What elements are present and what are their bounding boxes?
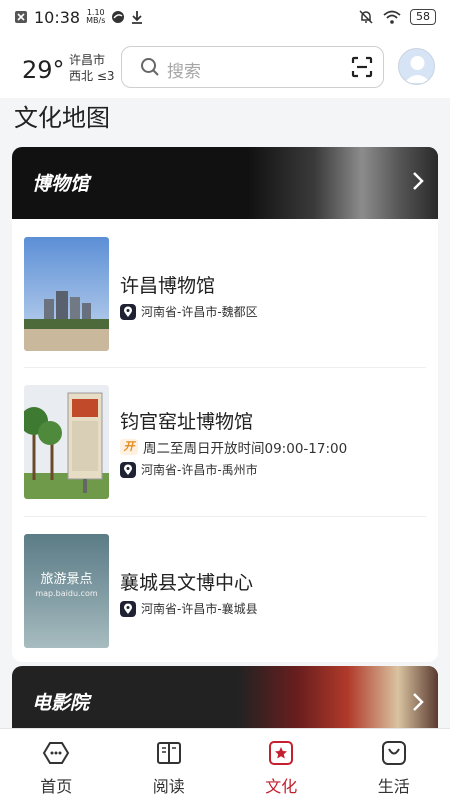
museum-item[interactable]: 许昌博物馆 河南省-许昌市-魏都区 <box>24 237 426 353</box>
avatar-icon <box>404 56 431 83</box>
location-pin-icon <box>120 600 136 617</box>
bottom-tab-bar: 首页 阅读 文化 生活 <box>0 728 450 800</box>
divider <box>24 516 426 517</box>
museum-location: 河南省-许昌市-魏都区 <box>120 303 258 320</box>
museum-card: 博物馆 许昌博物馆 河南省-许昌市-魏都区 钧官窑址博物馆 开 周二至周日开放时… <box>12 147 438 662</box>
thumbnail-source: map.baidu.com <box>35 589 98 598</box>
tab-label: 首页 <box>40 777 73 796</box>
temperature: 29° <box>22 56 65 84</box>
museum-name: 襄城县文博中心 <box>120 572 254 594</box>
notification-icon <box>15 11 27 23</box>
tab-culture[interactable]: 文化 <box>225 729 338 800</box>
banner-label: 博物馆 <box>32 173 90 195</box>
banner-image <box>248 147 438 219</box>
museum-thumbnail <box>24 237 109 351</box>
chevron-right-icon <box>413 693 424 711</box>
chevron-right-icon <box>413 172 424 190</box>
museum-location: 河南省-许昌市-禹州市 <box>120 461 258 478</box>
app-status-icon <box>112 11 125 23</box>
banner-image <box>238 666 438 736</box>
search-placeholder: 搜索 <box>167 62 201 82</box>
tab-life[interactable]: 生活 <box>338 729 450 800</box>
tab-label: 文化 <box>265 777 298 796</box>
book-icon <box>156 742 181 764</box>
mute-bell-icon <box>359 10 373 24</box>
battery-indicator: 58 <box>410 9 436 25</box>
museum-item[interactable]: 旅游景点 map.baidu.com 襄城县文博中心 河南省-许昌市-襄城县 <box>24 534 426 650</box>
banner-label: 电影院 <box>32 692 90 714</box>
bag-icon <box>381 741 406 765</box>
tab-label: 生活 <box>377 777 410 796</box>
home-icon <box>43 742 70 764</box>
page-title: 文化地图 <box>14 104 110 132</box>
status-bar: 10:38 1.10 MB/s 58 <box>0 0 450 34</box>
search-box[interactable]: 搜索 <box>121 46 384 88</box>
wifi-icon <box>383 10 401 24</box>
open-hours-icon: 开 <box>120 439 138 455</box>
weather-location: 许昌市 西北 ≤3 <box>69 52 115 84</box>
museum-thumbnail: 旅游景点 map.baidu.com <box>24 534 109 648</box>
status-time: 10:38 <box>34 7 81 27</box>
city-name: 许昌市 <box>69 53 106 67</box>
culture-icon <box>269 741 294 765</box>
net-speed: 1.10 MB/s <box>86 8 106 25</box>
tab-label: 阅读 <box>152 777 185 796</box>
museum-thumbnail <box>24 385 109 499</box>
thumbnail-caption: 旅游景点 <box>40 572 93 587</box>
museum-banner[interactable]: 博物馆 <box>12 147 438 219</box>
app-screen: 10:38 1.10 MB/s 58 29° 许昌市 西北 ≤3 搜索 文化地图… <box>0 0 450 800</box>
location-pin-icon <box>120 461 136 478</box>
museum-name: 钧官窑址博物馆 <box>120 411 254 433</box>
download-icon <box>132 11 143 24</box>
museum-location: 河南省-许昌市-襄城县 <box>120 600 258 617</box>
tab-home[interactable]: 首页 <box>0 729 113 800</box>
museum-name: 许昌博物馆 <box>120 275 216 297</box>
museum-hours: 开 周二至周日开放时间09:00-17:00 <box>120 437 347 457</box>
divider <box>24 367 426 368</box>
location-pin-icon <box>120 303 136 320</box>
tab-reading[interactable]: 阅读 <box>113 729 226 800</box>
museum-item[interactable]: 钧官窑址博物馆 开 周二至周日开放时间09:00-17:00 河南省-许昌市-禹… <box>24 385 426 501</box>
search-icon <box>141 58 159 76</box>
cinema-banner[interactable]: 电影院 <box>12 666 438 736</box>
top-header: 29° 许昌市 西北 ≤3 搜索 <box>0 34 450 98</box>
user-avatar[interactable] <box>398 48 435 85</box>
wind-info: 西北 ≤3 <box>69 69 115 83</box>
scan-icon[interactable] <box>351 56 373 78</box>
